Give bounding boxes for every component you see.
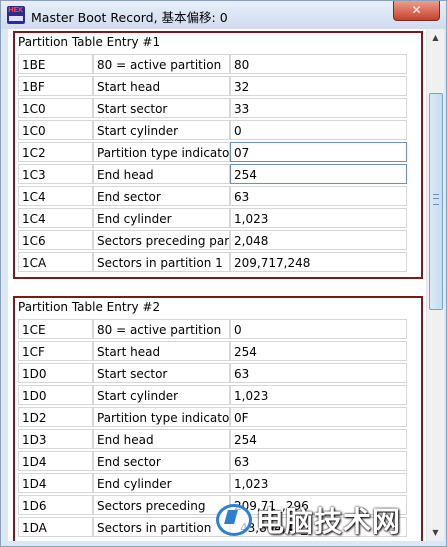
scrollbar-thumb[interactable] bbox=[429, 93, 443, 310]
value-field[interactable]: 63 bbox=[230, 451, 407, 471]
group-title: Partition Table Entry #2 bbox=[18, 300, 161, 314]
value-field[interactable]: 0 bbox=[230, 319, 407, 339]
description-cell: End head bbox=[93, 429, 230, 449]
offset-cell: 1C3 bbox=[18, 164, 93, 184]
monitor-logo-icon bbox=[216, 504, 252, 536]
hex-editor-window: HEX Master Boot Record, 基本偏移: 0 ✕ Partit… bbox=[0, 0, 447, 547]
description-cell: Start cylinder bbox=[93, 385, 230, 405]
offset-cell: 1D4 bbox=[18, 451, 93, 471]
offset-cell: 1C0 bbox=[18, 120, 93, 140]
description-cell: Start cylinder bbox=[93, 120, 230, 140]
description-cell: Sectors in partition 1 bbox=[93, 252, 230, 272]
description-cell: Start sector bbox=[93, 363, 230, 383]
value-field[interactable]: 32 bbox=[230, 76, 407, 96]
value-field[interactable]: 63 bbox=[230, 186, 407, 206]
description-cell: Sectors preceding partition bbox=[93, 230, 230, 250]
close-button[interactable]: ✕ bbox=[393, 1, 440, 21]
offset-cell: 1C0 bbox=[18, 98, 93, 118]
scroll-down-icon[interactable]: ▼ bbox=[427, 524, 444, 541]
offset-cell: 1C4 bbox=[18, 208, 93, 228]
watermark: 电脑技术网 bbox=[216, 498, 416, 538]
description-cell: Sectors preceding bbox=[93, 495, 230, 515]
vertical-scrollbar[interactable]: ▲ ▼ bbox=[426, 29, 444, 541]
app-icon-stripe bbox=[9, 16, 23, 21]
description-cell: End sector bbox=[93, 451, 230, 471]
value-field[interactable]: 07 bbox=[230, 142, 407, 162]
value-field[interactable]: 254 bbox=[230, 341, 407, 361]
offset-cell: 1D0 bbox=[18, 385, 93, 405]
value-field[interactable]: 0 bbox=[230, 120, 407, 140]
description-cell: 80 = active partition bbox=[93, 54, 230, 74]
offset-cell: 1BF bbox=[18, 76, 93, 96]
offset-cell: 1D0 bbox=[18, 363, 93, 383]
offset-cell: 1C4 bbox=[18, 186, 93, 206]
offset-cell: 1C2 bbox=[18, 142, 93, 162]
template-content: Partition Table Entry #1 1BE 80 = active… bbox=[8, 29, 426, 541]
value-field[interactable]: 33 bbox=[230, 98, 407, 118]
offset-cell: 1D3 bbox=[18, 429, 93, 449]
offset-cell: 1D2 bbox=[18, 407, 93, 427]
window-title: Master Boot Record, 基本偏移: 0 bbox=[31, 10, 228, 25]
value-field[interactable]: 1,023 bbox=[230, 385, 407, 405]
offset-cell: 1BE bbox=[18, 54, 93, 74]
offset-cell: 1DA bbox=[18, 517, 93, 537]
description-cell: 80 = active partition bbox=[93, 319, 230, 339]
description-cell: End cylinder bbox=[93, 208, 230, 228]
value-field[interactable]: 1,023 bbox=[230, 208, 407, 228]
description-cell: End sector bbox=[93, 186, 230, 206]
description-cell: Start head bbox=[93, 76, 230, 96]
watermark-text: 电脑技术网 bbox=[256, 505, 402, 538]
value-field[interactable]: 209,717,248 bbox=[230, 252, 407, 272]
value-field[interactable]: 80 bbox=[230, 54, 407, 74]
app-icon-label: HEX bbox=[8, 6, 23, 14]
value-field[interactable]: 2,048 bbox=[230, 230, 407, 250]
offset-cell: 1CA bbox=[18, 252, 93, 272]
value-field[interactable]: 63 bbox=[230, 363, 407, 383]
offset-cell: 1D6 bbox=[18, 495, 93, 515]
value-field[interactable]: 254 bbox=[230, 429, 407, 449]
value-field[interactable]: 1,023 bbox=[230, 473, 407, 493]
grip-icon bbox=[433, 194, 439, 205]
description-cell: Start head bbox=[93, 341, 230, 361]
description-cell: Start sector bbox=[93, 98, 230, 118]
value-field[interactable]: 254 bbox=[230, 164, 407, 184]
group-title: Partition Table Entry #1 bbox=[18, 35, 161, 49]
description-cell: End cylinder bbox=[93, 473, 230, 493]
description-cell: Sectors in partition bbox=[93, 517, 230, 537]
partition-entry-1-group: Partition Table Entry #1 1BE 80 = active… bbox=[13, 31, 423, 279]
offset-cell: 1CF bbox=[18, 341, 93, 361]
description-cell: End head bbox=[93, 164, 230, 184]
offset-cell: 1D4 bbox=[18, 473, 93, 493]
offset-cell: 1C6 bbox=[18, 230, 93, 250]
description-cell: Partition type indicator bbox=[93, 407, 230, 427]
title-bar[interactable]: HEX Master Boot Record, 基本偏移: 0 ✕ bbox=[1, 1, 446, 29]
hex-app-icon: HEX bbox=[7, 6, 25, 24]
scroll-up-icon[interactable]: ▲ bbox=[427, 29, 444, 46]
value-field[interactable]: 0F bbox=[230, 407, 407, 427]
description-cell: Partition type indicator bbox=[93, 142, 230, 162]
offset-cell: 1CE bbox=[18, 319, 93, 339]
